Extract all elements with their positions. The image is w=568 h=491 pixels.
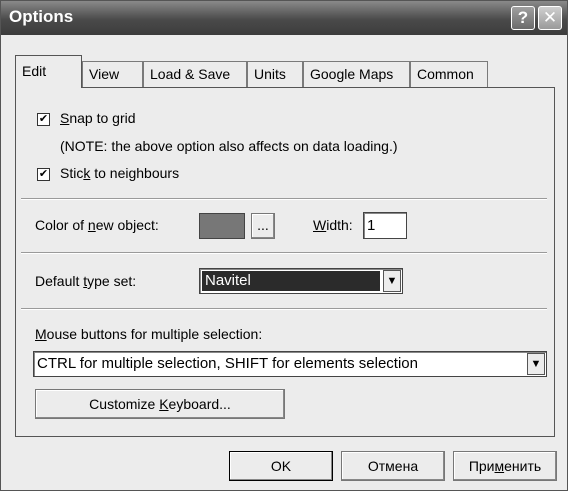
tab-google-maps[interactable]: Google Maps bbox=[303, 61, 410, 87]
color-label: Color of new object: bbox=[35, 217, 159, 233]
tab-common[interactable]: Common bbox=[410, 61, 488, 87]
tab-load-save[interactable]: Load & Save bbox=[143, 61, 247, 87]
ok-button[interactable]: OK bbox=[229, 451, 333, 481]
chevron-down-icon[interactable]: ▼ bbox=[383, 270, 401, 292]
window-title: Options bbox=[9, 7, 74, 26]
snap-to-grid-checkbox[interactable]: ✔ bbox=[37, 113, 50, 126]
tab-edit[interactable]: Edit bbox=[15, 55, 82, 88]
width-input[interactable]: 1 bbox=[363, 212, 407, 239]
separator bbox=[21, 308, 547, 310]
color-browse-button[interactable]: ... bbox=[251, 213, 275, 239]
separator bbox=[21, 198, 547, 200]
tab-view[interactable]: View bbox=[82, 61, 143, 87]
apply-button[interactable]: Применить bbox=[453, 451, 557, 481]
mouse-buttons-label: Mouse buttons for multiple selection: bbox=[35, 326, 263, 342]
snap-note-text: (NOTE: the above option also affects on … bbox=[60, 138, 398, 154]
mouse-buttons-select[interactable]: CTRL for multiple selection, SHIFT for e… bbox=[33, 351, 547, 377]
help-button[interactable]: ? bbox=[511, 6, 535, 30]
width-label: Width: bbox=[313, 217, 353, 233]
stick-to-neighbours-checkbox[interactable]: ✔ bbox=[37, 168, 50, 181]
stick-to-neighbours-label[interactable]: Stick to neighbours bbox=[60, 165, 179, 181]
close-button[interactable]: ✕ bbox=[538, 6, 562, 30]
customize-keyboard-button[interactable]: Customize Keyboard... bbox=[35, 389, 285, 419]
default-type-value: Navitel bbox=[202, 271, 380, 291]
color-swatch[interactable] bbox=[199, 213, 245, 239]
default-type-select[interactable]: Navitel bbox=[199, 268, 403, 294]
title-bar[interactable]: Options ? ✕ bbox=[1, 1, 567, 35]
chevron-down-icon[interactable]: ▼ bbox=[527, 353, 545, 375]
cancel-button[interactable]: Отмена bbox=[341, 451, 445, 481]
default-type-label: Default type set: bbox=[35, 273, 137, 289]
separator bbox=[21, 252, 547, 254]
options-dialog: Options ? ✕ Edit View Load & Save Units … bbox=[0, 0, 568, 491]
snap-to-grid-label[interactable]: Snap to grid bbox=[60, 110, 136, 126]
tab-units[interactable]: Units bbox=[247, 61, 303, 87]
